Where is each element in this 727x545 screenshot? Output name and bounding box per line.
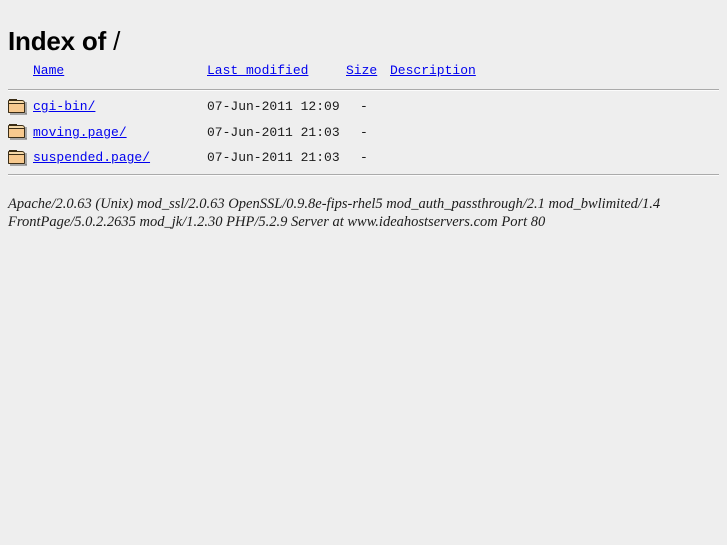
table-top-rule-row xyxy=(8,86,719,94)
row-size: - xyxy=(360,99,368,115)
table-header-row: Name Last modified Size Description xyxy=(8,64,719,86)
table-header: Name Last modified Size Description xyxy=(8,64,719,86)
column-header-last-modified: Last modified xyxy=(207,64,346,86)
table-top-rule-cell xyxy=(8,86,719,94)
server-signature: Apache/2.0.63 (Unix) mod_ssl/2.0.63 Open… xyxy=(8,195,719,231)
table-row: cgi-bin/07-Jun-2011 12:09 - xyxy=(8,94,719,120)
row-icon-cell xyxy=(8,120,33,146)
table-top-rule-group xyxy=(8,86,719,94)
table-bottom-rule-cell xyxy=(8,171,719,179)
column-header-name: Name xyxy=(33,64,207,86)
row-last-modified: 07-Jun-2011 21:03 xyxy=(207,124,340,140)
row-icon-cell xyxy=(8,145,33,171)
sort-by-description-link[interactable]: Description xyxy=(390,63,476,78)
horizontal-rule-top xyxy=(8,89,719,91)
row-description xyxy=(390,94,719,120)
page-title-text: Index of xyxy=(8,26,107,57)
directory-index-page: Index of / Name Last modified Size Descr… xyxy=(0,0,727,545)
row-size: - xyxy=(360,150,368,166)
row-description xyxy=(390,120,719,146)
directory-link[interactable]: cgi-bin/ xyxy=(33,99,95,114)
table-body: cgi-bin/07-Jun-2011 12:09- moving.page/07… xyxy=(8,94,719,171)
row-last-modified: 07-Jun-2011 21:03 xyxy=(207,150,340,166)
directory-link[interactable]: suspended.page/ xyxy=(33,150,150,165)
directory-link[interactable]: moving.page/ xyxy=(33,125,127,140)
page-title-path: / xyxy=(106,26,121,57)
table-row: suspended.page/07-Jun-2011 21:03 - xyxy=(8,145,719,171)
row-name-cell: moving.page/ xyxy=(33,120,207,146)
sort-by-name-link[interactable]: Name xyxy=(33,63,64,78)
row-name-cell: suspended.page/ xyxy=(33,145,207,171)
sort-by-size-link[interactable]: Size xyxy=(346,63,377,78)
row-name-cell: cgi-bin/ xyxy=(33,94,207,120)
server-signature-line-1: Apache/2.0.63 (Unix) mod_ssl/2.0.63 Open… xyxy=(8,196,661,212)
page-title: Index of / xyxy=(8,26,120,56)
table-bottom-rule-group xyxy=(8,171,719,179)
folder-icon xyxy=(8,124,28,141)
directory-listing-table: Name Last modified Size Description cgi-… xyxy=(8,64,719,179)
column-header-description: Description xyxy=(390,64,719,86)
table-row: moving.page/07-Jun-2011 21:03 - xyxy=(8,120,719,146)
column-header-size: Size xyxy=(346,64,390,86)
horizontal-rule-bottom xyxy=(8,173,719,176)
server-signature-line-2: FrontPage/5.0.2.2635 mod_jk/1.2.30 PHP/5… xyxy=(8,214,546,230)
table-bottom-rule-row xyxy=(8,171,719,179)
sort-by-last-modified-link[interactable]: Last modified xyxy=(207,63,308,78)
row-last-modified: 07-Jun-2011 12:09 xyxy=(207,99,340,115)
row-icon-cell xyxy=(8,94,33,120)
row-description xyxy=(390,145,719,171)
folder-icon xyxy=(8,98,28,115)
folder-icon xyxy=(8,149,28,166)
row-size: - xyxy=(360,124,368,140)
column-header-icon xyxy=(8,64,33,86)
